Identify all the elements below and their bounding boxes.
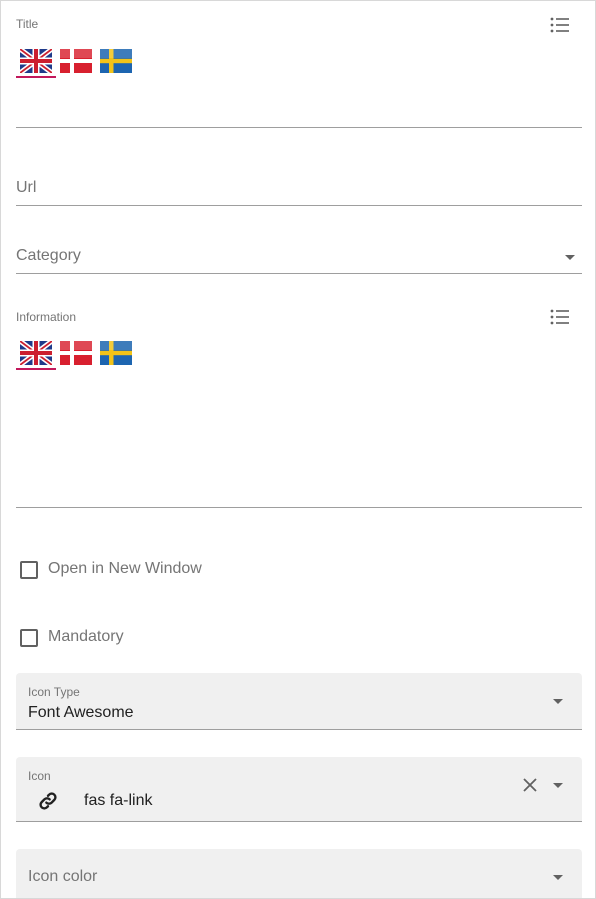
category-select-underline [16, 273, 582, 274]
swedish-flag-icon[interactable] [100, 341, 132, 365]
information-textarea-underline [16, 507, 582, 508]
icon-type-label: Icon Type [28, 685, 80, 699]
list-format-icon[interactable] [550, 309, 570, 325]
title-input-underline [16, 127, 582, 128]
icon-label: Icon [28, 769, 51, 783]
information-textarea[interactable] [16, 381, 582, 506]
icon-value: fas fa-link [84, 792, 153, 809]
icon-type-dropdown-icon[interactable] [553, 699, 563, 704]
title-input[interactable] [16, 87, 582, 127]
icon-color-select[interactable]: Icon color [16, 849, 582, 898]
link-editor-form: Title Url Category Information Open in N… [0, 0, 596, 899]
icon-color-placeholder: Icon color [28, 868, 98, 885]
information-label: Information [16, 310, 77, 324]
title-label: Title [16, 17, 39, 31]
uk-flag-icon[interactable] [20, 341, 52, 365]
uk-flag-icon[interactable] [20, 49, 52, 73]
icon-dropdown-icon[interactable] [553, 783, 563, 788]
danish-flag-icon[interactable] [60, 49, 92, 73]
mandatory-checkbox[interactable] [20, 629, 38, 647]
swedish-flag-icon[interactable] [100, 49, 132, 73]
category-select[interactable]: Category [16, 247, 81, 265]
icon-underline [16, 821, 582, 822]
icon-select[interactable]: Icon fas fa-link [16, 757, 582, 822]
clear-icon[interactable] [521, 776, 539, 794]
mandatory-label[interactable]: Mandatory [48, 628, 124, 646]
open-new-window-checkbox[interactable] [20, 561, 38, 579]
url-input[interactable]: Url [16, 179, 36, 197]
icon-type-value: Font Awesome [28, 704, 134, 721]
link-icon [37, 790, 59, 812]
icon-type-underline [16, 729, 582, 730]
title-active-language-indicator [16, 76, 56, 78]
url-input-underline [16, 205, 582, 206]
category-dropdown-icon[interactable] [565, 255, 575, 260]
icon-type-select[interactable]: Icon Type Font Awesome [16, 673, 582, 730]
danish-flag-icon[interactable] [60, 341, 92, 365]
list-format-icon[interactable] [550, 17, 570, 33]
icon-color-dropdown-icon[interactable] [553, 875, 563, 880]
information-active-language-indicator [16, 368, 56, 370]
open-new-window-label[interactable]: Open in New Window [48, 560, 202, 578]
